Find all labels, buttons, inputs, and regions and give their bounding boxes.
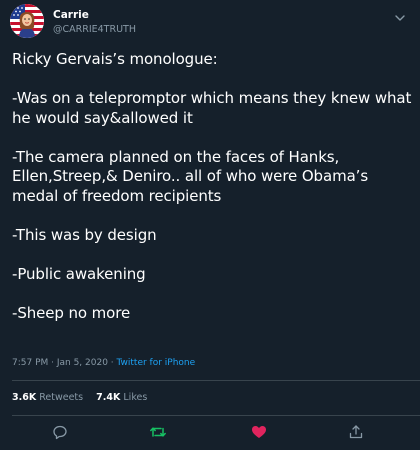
retweet-button[interactable] — [149, 423, 167, 441]
reply-icon — [53, 425, 67, 440]
divider — [12, 415, 420, 416]
retweets-label: Retweets — [39, 392, 84, 403]
heart-icon — [252, 426, 266, 438]
likes-label: Likes — [123, 392, 148, 403]
tweet-paragraph: -This was by design — [12, 225, 157, 244]
user-handle[interactable]: @CARRIE4TRUTH — [53, 24, 136, 35]
tweet-paragraph: -Public awakening — [12, 264, 146, 283]
avatar[interactable] — [10, 4, 44, 38]
meta-separator: · — [107, 358, 117, 368]
like-button[interactable] — [250, 423, 268, 441]
timestamp[interactable]: 7:57 PM · Jan 5, 2020 — [12, 358, 108, 368]
retweets-count: 3.6K — [12, 392, 37, 403]
engagement-stats: 3.6K Retweets 7.4K Likes — [12, 392, 147, 403]
tweet: Carrie @CARRIE4TRUTH Ricky Gervais’s mon… — [0, 0, 420, 450]
likes-count: 7.4K — [96, 392, 121, 403]
share-button[interactable] — [347, 423, 365, 441]
chevron-down-icon[interactable] — [394, 8, 406, 21]
retweets-stat[interactable]: 3.6K Retweets — [12, 392, 83, 403]
tweet-metadata: 7:57 PM · Jan 5, 2020 · Twitter for iPho… — [12, 358, 195, 368]
action-bar — [0, 423, 420, 445]
display-name[interactable]: Carrie — [53, 9, 89, 21]
retweet-icon — [150, 427, 166, 437]
likes-stat[interactable]: 7.4K Likes — [96, 392, 147, 403]
tweet-paragraph: -Sheep no more — [12, 303, 131, 322]
tweet-text: Ricky Gervais’s monologue: -Was on a tel… — [12, 50, 412, 323]
divider — [12, 380, 420, 381]
share-icon — [349, 425, 363, 439]
tweet-paragraph: Ricky Gervais’s monologue: — [12, 50, 218, 68]
reply-button[interactable] — [51, 423, 69, 441]
tweet-source-link[interactable]: Twitter for iPhone — [117, 358, 196, 368]
tweet-paragraph: -Was on a telepromptor which means they … — [12, 89, 412, 127]
tweet-paragraph: -The camera planned on the faces of Hank… — [12, 147, 369, 205]
avatar-image — [10, 4, 44, 38]
